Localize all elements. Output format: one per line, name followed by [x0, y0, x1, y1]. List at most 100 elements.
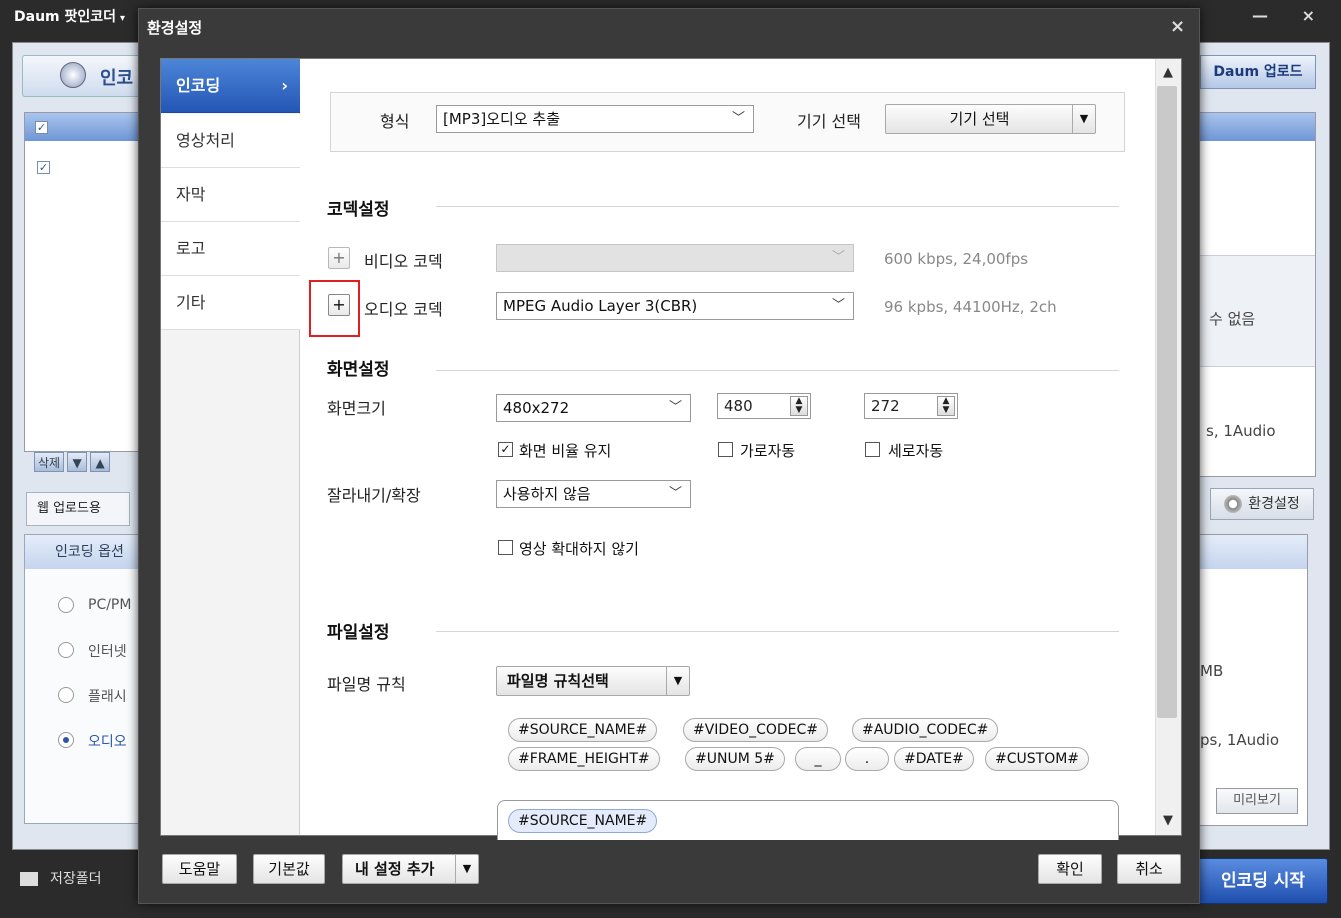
codec-section-title: 코덱설정 [327, 200, 390, 220]
video-codec-select: ﹀ [496, 244, 854, 272]
width-stepper[interactable]: 480 ▲ ▼ [717, 393, 811, 419]
tag-underscore[interactable]: _ [795, 747, 841, 771]
app-title[interactable]: Daum 팟인코더 ▾ [14, 6, 125, 26]
chevron-down-icon: ﹀ [831, 298, 845, 313]
nav-item-etc[interactable]: 기타 [161, 276, 300, 330]
app-menu-arrow-icon[interactable]: ▾ [120, 13, 125, 24]
move-up-icon[interactable]: ▲ [90, 452, 111, 472]
help-button[interactable]: 도움말 [162, 854, 237, 884]
chevron-down-icon: ﹀ [668, 486, 682, 501]
radio-pc-label: PC/PM [88, 597, 132, 613]
tag-custom[interactable]: #CUSTOM# [985, 747, 1090, 771]
encode-tab-label: 인코 [100, 68, 134, 89]
height-stepper[interactable]: 272 ▲ ▼ [864, 393, 958, 419]
select-all-checkbox[interactable]: ✓ [35, 121, 48, 134]
output-text-2: ps, 1Audio [1200, 731, 1280, 749]
auto-width-checkbox[interactable] [718, 442, 733, 457]
divider [436, 206, 1119, 207]
daum-upload-button[interactable]: Daum 업로드 [1200, 55, 1316, 89]
encoding-options-header: 인코딩 옵션 [25, 535, 155, 569]
filename-rule-select-button[interactable]: 파일명 규칙선택 ▼ [496, 666, 690, 696]
tag-date[interactable]: #DATE# [894, 747, 974, 771]
video-codec-expand-icon[interactable]: + [328, 247, 350, 269]
filename-rule-label: 파일명 규칙 [327, 675, 406, 694]
format-label: 형식 [380, 112, 410, 131]
radio-audio[interactable] [58, 732, 74, 748]
video-codec-info: 600 kbps, 24,00fps [884, 250, 1029, 268]
folder-icon [20, 872, 38, 886]
ok-button[interactable]: 확인 [1038, 854, 1102, 884]
video-codec-label: 비디오 코덱 [364, 252, 443, 271]
nav-item-subtitle[interactable]: 자막 [161, 168, 300, 222]
crop-select[interactable]: 사용하지 않음 ﹀ [496, 480, 691, 508]
chevron-right-icon: › [281, 76, 288, 95]
move-down-icon[interactable]: ▼ [67, 452, 88, 472]
start-encoding-button[interactable]: 인코딩 시작 [1198, 858, 1328, 904]
device-label: 기기 선택 [797, 112, 861, 131]
close-icon[interactable]: × [1170, 16, 1185, 37]
list-toolbar: 삭제 ▼ ▲ [34, 452, 113, 472]
delete-button[interactable]: 삭제 [34, 452, 65, 472]
tag-dot[interactable]: . [845, 747, 889, 771]
add-my-setting-button[interactable]: 내 설정 추가 ▼ [342, 854, 479, 884]
filename-pattern-tag[interactable]: #SOURCE_NAME# [508, 809, 658, 833]
chevron-down-icon: ﹀ [731, 111, 745, 126]
dropdown-arrow-icon[interactable]: ▼ [666, 667, 689, 695]
film-reel-icon [60, 62, 86, 88]
scroll-up-icon[interactable]: ▲ [1157, 62, 1179, 84]
tag-audio-codec[interactable]: #AUDIO_CODEC# [852, 718, 999, 742]
radio-flash[interactable] [58, 687, 74, 703]
chevron-down-icon: ﹀ [668, 400, 682, 415]
radio-internet[interactable] [58, 642, 74, 658]
audio-codec-info: 96 kpbs, 44100Hz, 2ch [884, 298, 1057, 316]
screen-section-title: 화면설정 [327, 360, 390, 380]
file-section-title: 파일설정 [327, 623, 390, 643]
info-text-1: 수 없음 [1209, 310, 1256, 328]
save-folder[interactable]: 저장폴더 [20, 868, 102, 888]
audio-codec-select[interactable]: MPEG Audio Layer 3(CBR) ﹀ [496, 292, 854, 320]
radio-audio-label: 오디오 [88, 734, 127, 750]
dropdown-arrow-icon[interactable]: ▼ [455, 855, 478, 883]
app-window-controls[interactable]: — × [1252, 6, 1329, 25]
no-upscale-checkbox[interactable] [498, 540, 513, 555]
radio-pc[interactable] [58, 597, 74, 613]
divider [436, 631, 1119, 632]
chevron-down-icon: ﹀ [831, 250, 845, 265]
keep-ratio-checkbox[interactable]: ✓ [498, 442, 513, 457]
crop-label: 잘라내기/확장 [327, 486, 421, 505]
cancel-button[interactable]: 취소 [1117, 854, 1181, 884]
radio-internet-label: 인터넷 [88, 644, 127, 660]
no-upscale-label: 영상 확대하지 않기 [519, 540, 639, 558]
tag-unum[interactable]: #UNUM 5# [685, 747, 785, 771]
auto-width-label: 가로자동 [740, 442, 796, 460]
settings-nav: 인코딩 › 영상처리 자막 로고 기타 [161, 59, 300, 835]
scroll-down-icon[interactable]: ▼ [1157, 810, 1179, 832]
stepper-arrows-icon[interactable]: ▲ ▼ [937, 396, 955, 416]
dropdown-arrow-icon[interactable]: ▼ [1072, 105, 1095, 133]
dialog-content [160, 58, 1182, 836]
device-select-button[interactable]: 기기 선택 ▼ [885, 104, 1096, 134]
web-upload-tab[interactable]: 웹 업로드용 [26, 492, 130, 526]
tag-source-name[interactable]: #SOURCE_NAME# [508, 718, 658, 742]
dialog-title: 환경설정 [147, 19, 203, 37]
screen-size-select[interactable]: 480x272 ﹀ [496, 394, 691, 422]
info-text-2: s, 1Audio [1206, 422, 1276, 440]
divider [436, 370, 1119, 371]
file-checkbox[interactable]: ✓ [37, 161, 50, 174]
default-button[interactable]: 기본값 [253, 854, 325, 884]
nav-item-video-processing[interactable]: 영상처리 [161, 114, 300, 168]
gear-icon [1224, 495, 1243, 513]
nav-item-encoding[interactable]: 인코딩 › [161, 59, 300, 113]
tag-video-codec[interactable]: #VIDEO_CODEC# [683, 718, 829, 742]
screen-size-label: 화면크기 [327, 399, 386, 418]
env-settings-button[interactable]: 환경설정 [1210, 488, 1314, 520]
stepper-arrows-icon[interactable]: ▲ ▼ [790, 396, 808, 416]
auto-height-label: 세로자동 [888, 442, 944, 460]
nav-item-logo[interactable]: 로고 [161, 222, 300, 276]
tag-frame-height[interactable]: #FRAME_HEIGHT# [508, 747, 660, 771]
auto-height-checkbox[interactable] [865, 442, 880, 457]
encoding-options-panel [24, 534, 156, 824]
preview-button[interactable]: 미리보기 [1216, 788, 1298, 814]
scroll-thumb[interactable] [1157, 86, 1177, 718]
format-select[interactable]: [MP3]오디오 추출 ﹀ [436, 105, 754, 133]
